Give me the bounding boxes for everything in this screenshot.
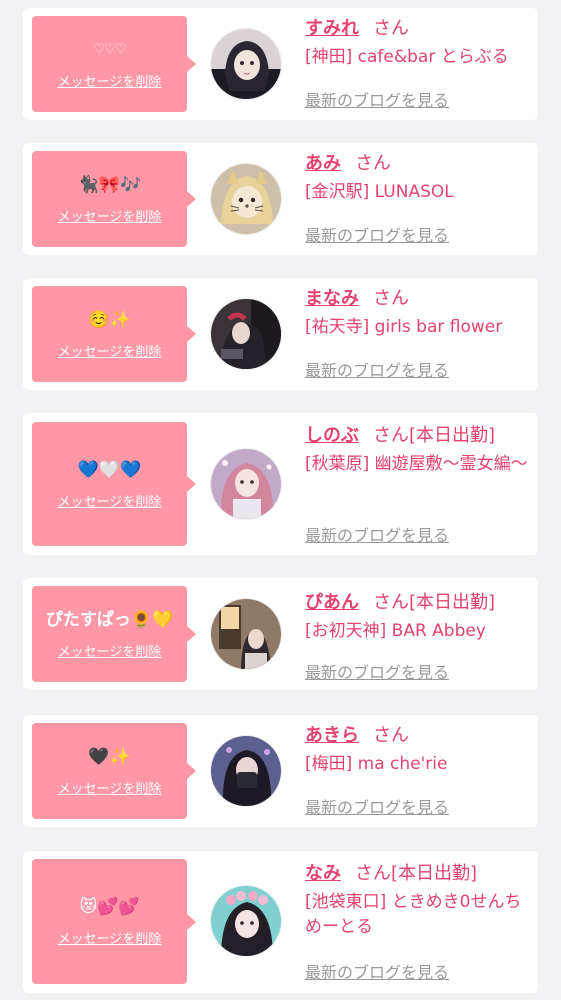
delete-message-link[interactable]: メッセージを削除 — [58, 491, 162, 510]
member-info: なみ さん[本日出勤] [池袋東口] ときめき0せんちめーとる — [305, 862, 533, 940]
member-info: あきら さん [梅田] ma che'rie — [305, 724, 533, 777]
avatar[interactable] — [210, 163, 282, 235]
name-row: なみ さん[本日出勤] — [305, 862, 533, 886]
member-name-link[interactable]: まなみ — [305, 288, 359, 309]
shop-name: [お初天神] BAR Abbey — [305, 621, 486, 641]
honorific: さん — [373, 425, 409, 446]
avatar[interactable] — [210, 885, 282, 957]
avatar[interactable] — [210, 735, 282, 807]
shop-name: [祐天寺] girls bar flower — [305, 317, 503, 337]
message-text: ♡♡♡ — [93, 41, 127, 57]
shop-name: [池袋東口] ときめき0せんちめーとる — [305, 892, 522, 937]
message-text: ☺️✨ — [88, 309, 131, 330]
delete-message-link[interactable]: メッセージを削除 — [58, 341, 162, 360]
latest-blog-link[interactable]: 最新のブログを見る — [305, 357, 449, 381]
message-bubble: 😻💕💕 メッセージを削除 — [32, 859, 196, 984]
message-text: 😻💕💕 — [79, 897, 140, 917]
latest-blog-link[interactable]: 最新のブログを見る — [305, 794, 449, 818]
message-list: ♡♡♡ メッセージを削除 すみれ さん [神田] cafe&bar とらぶる 最新… — [0, 0, 561, 1000]
message-card: ♡♡♡ メッセージを削除 すみれ さん [神田] cafe&bar とらぶる 最新… — [23, 8, 538, 120]
status-badge: [本日出勤] — [409, 425, 496, 446]
message-text: 💙🤍💙 — [77, 459, 142, 480]
latest-blog-link[interactable]: 最新のブログを見る — [305, 87, 449, 111]
member-info: ぴあん さん[本日出勤] [お初天神] BAR Abbey — [305, 591, 533, 644]
name-row: あみ さん — [305, 152, 533, 176]
status-badge: [本日出勤] — [409, 592, 496, 613]
name-row: しのぶ さん[本日出勤] — [305, 424, 533, 448]
member-info: まなみ さん [祐天寺] girls bar flower — [305, 287, 533, 340]
delete-message-link[interactable]: メッセージを削除 — [58, 778, 162, 797]
message-card: 😻💕💕 メッセージを削除 なみ さん[本日出勤] [池袋東口] ときめき0せんちめ… — [23, 851, 538, 993]
member-name-link[interactable]: あきら — [305, 725, 359, 746]
honorific: さん — [373, 288, 409, 309]
latest-blog-link[interactable]: 最新のブログを見る — [305, 222, 449, 246]
honorific: さん — [373, 18, 409, 39]
honorific: さん — [355, 153, 391, 174]
message-bubble: ♡♡♡ メッセージを削除 — [32, 16, 196, 112]
avatar[interactable] — [210, 448, 282, 520]
message-text: ぴたすぱっ🌻💛 — [45, 609, 174, 630]
member-info: すみれ さん [神田] cafe&bar とらぶる — [305, 17, 533, 70]
delete-message-link[interactable]: メッセージを削除 — [58, 206, 162, 225]
message-card: 💙🤍💙 メッセージを削除 しのぶ さん[本日出勤] [秋葉原] 幽遊屋敷〜霊女編〜… — [23, 413, 538, 555]
member-name-link[interactable]: あみ — [305, 153, 341, 174]
message-text: 🐈‍⬛🎀🎶 — [77, 174, 142, 195]
name-row: ぴあん さん[本日出勤] — [305, 591, 533, 615]
name-row: すみれ さん — [305, 17, 533, 41]
message-bubble: ☺️✨ メッセージを削除 — [32, 286, 196, 382]
member-name-link[interactable]: ぴあん — [305, 592, 359, 613]
status-badge: [本日出勤] — [391, 863, 478, 884]
message-bubble: 🐈‍⬛🎀🎶 メッセージを削除 — [32, 151, 196, 247]
message-bubble: 🖤✨ メッセージを削除 — [32, 723, 196, 819]
member-name-link[interactable]: なみ — [305, 863, 341, 884]
honorific: さん — [373, 725, 409, 746]
honorific: さん — [373, 592, 409, 613]
message-card: 🖤✨ メッセージを削除 あきら さん [梅田] ma che'rie 最新のブログ… — [23, 715, 538, 827]
member-name-link[interactable]: しのぶ — [305, 425, 359, 446]
member-info: しのぶ さん[本日出勤] [秋葉原] 幽遊屋敷〜霊女編〜 — [305, 424, 533, 477]
delete-message-link[interactable]: メッセージを削除 — [58, 928, 162, 947]
delete-message-link[interactable]: メッセージを削除 — [58, 641, 162, 660]
shop-name: [秋葉原] 幽遊屋敷〜霊女編〜 — [305, 454, 528, 474]
message-card: 🐈‍⬛🎀🎶 メッセージを削除 あみさん [金沢駅] LUNASOL 最新のブロ — [23, 143, 538, 255]
message-bubble: 💙🤍💙 メッセージを削除 — [32, 422, 196, 546]
avatar[interactable] — [210, 298, 282, 370]
message-bubble: ぴたすぱっ🌻💛 メッセージを削除 — [32, 586, 196, 682]
name-row: まなみ さん — [305, 287, 533, 311]
shop-name: [梅田] ma che'rie — [305, 754, 448, 774]
latest-blog-link[interactable]: 最新のブログを見る — [305, 659, 449, 683]
delete-message-link[interactable]: メッセージを削除 — [58, 71, 162, 90]
avatar[interactable] — [210, 28, 282, 100]
latest-blog-link[interactable]: 最新のブログを見る — [305, 522, 449, 546]
message-text: 🖤✨ — [88, 746, 131, 767]
message-card: ぴたすぱっ🌻💛 メッセージを削除 ぴあん さん[本日出勤] [お初天神] BAR … — [23, 578, 538, 690]
member-name-link[interactable]: すみれ — [305, 18, 359, 39]
shop-name: [神田] cafe&bar とらぶる — [305, 47, 509, 67]
name-row: あきら さん — [305, 724, 533, 748]
member-info: あみ さん [金沢駅] LUNASOL — [305, 152, 533, 205]
message-card: ☺️✨ メッセージを削除 まなみ さん [祐天寺] girls bar flowe… — [23, 278, 538, 390]
honorific: さん — [355, 863, 391, 884]
shop-name: [金沢駅] LUNASOL — [305, 182, 454, 202]
latest-blog-link[interactable]: 最新のブログを見る — [305, 959, 449, 983]
avatar[interactable] — [210, 598, 282, 670]
